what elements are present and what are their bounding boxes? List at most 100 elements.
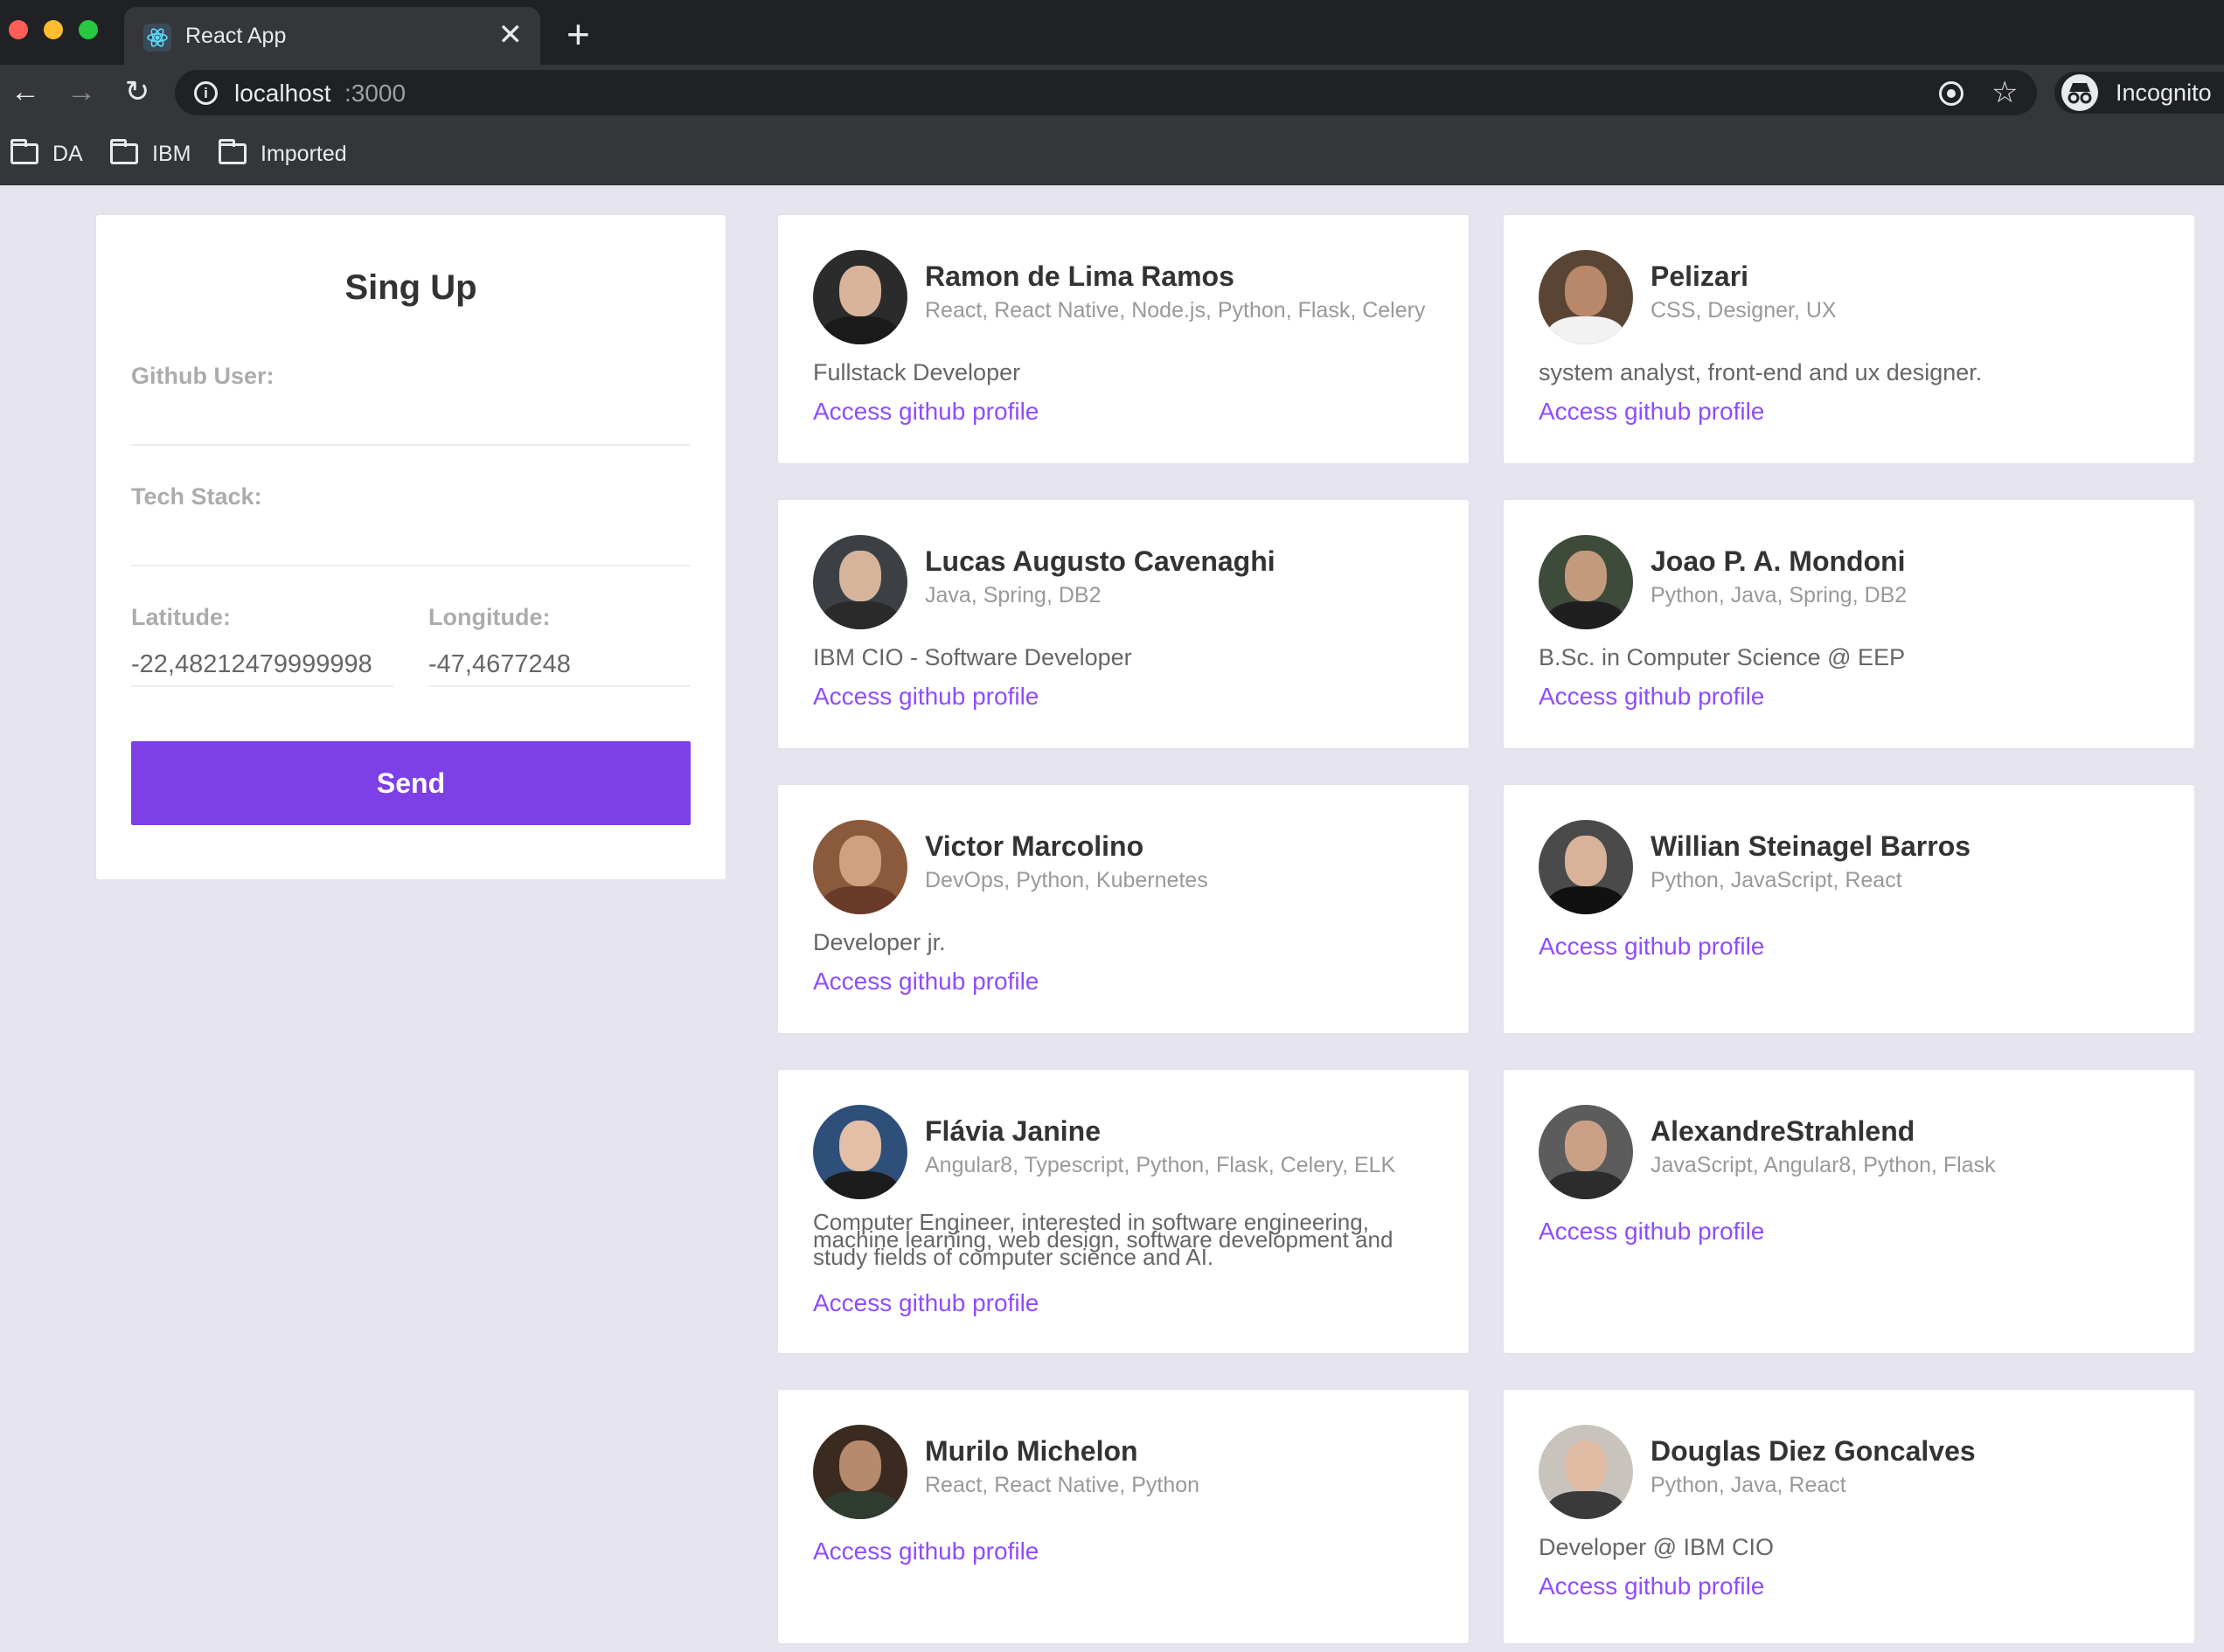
github-profile-link[interactable]: Access github profile [1539, 397, 1764, 427]
longitude-label: Longitude: [428, 604, 551, 630]
dev-card: Willian Steinagel Barros Python, JavaScr… [1504, 785, 2194, 1033]
dev-name: Victor Marcolino [925, 830, 1144, 862]
avatar [813, 1105, 907, 1199]
github-user-input[interactable] [131, 402, 691, 446]
dev-techs: Python, Java, Spring, DB2 [1651, 583, 1908, 607]
latitude-label: Latitude: [131, 604, 231, 630]
bookmark-label: IBM [152, 142, 191, 166]
url-host: localhost [234, 80, 331, 107]
dev-techs: JavaScript, Angular8, Python, Flask [1651, 1153, 1996, 1177]
dev-techs: CSS, Designer, UX [1651, 298, 1837, 323]
dev-card: Douglas Diez Goncalves Python, Java, Rea… [1504, 1390, 2194, 1643]
dev-name: Flávia Janine [925, 1115, 1101, 1147]
avatar [1539, 1425, 1633, 1519]
react-logo-icon [143, 24, 171, 52]
browser-toolbar: ← → ↻ i localhost :3000 ☆ Incognito [0, 65, 2224, 121]
dev-bio: Developer jr. [813, 929, 946, 955]
dev-card: Ramon de Lima Ramos React, React Native,… [778, 215, 1469, 463]
info-icon[interactable]: i [194, 81, 218, 105]
avatar [813, 820, 907, 914]
dev-name: Joao P. A. Mondoni [1651, 545, 1906, 577]
tech-stack-label: Tech Stack: [131, 483, 262, 510]
dev-techs: React, React Native, Node.js, Python, Fl… [925, 298, 1426, 323]
bookmark-label: DA [52, 142, 83, 166]
dev-card: Joao P. A. Mondoni Python, Java, Spring,… [1504, 500, 2194, 748]
star-icon[interactable]: ☆ [1991, 75, 2018, 110]
window-close-button[interactable] [9, 20, 28, 39]
new-tab-plus-icon[interactable]: + [566, 14, 590, 54]
bookmark-label: Imported [261, 142, 347, 166]
folder-icon [110, 139, 138, 164]
folder-icon [10, 139, 38, 164]
dev-techs: DevOps, Python, Kubernetes [925, 868, 1208, 892]
dev-bio: B.Sc. in Computer Science @ EEP [1539, 644, 1906, 670]
dev-name: AlexandreStrahlend [1651, 1115, 1915, 1147]
tab-title: React App [185, 24, 287, 48]
dev-name: Willian Steinagel Barros [1651, 830, 1971, 862]
avatar [1539, 1105, 1633, 1199]
dev-techs: React, React Native, Python [925, 1473, 1200, 1497]
github-profile-link[interactable]: Access github profile [813, 682, 1039, 711]
bookmarks-bar: DA IBM Imported [0, 121, 2224, 185]
dev-card: AlexandreStrahlend JavaScript, Angular8,… [1504, 1070, 2194, 1353]
dev-name: Ramon de Lima Ramos [925, 260, 1234, 292]
avatar [1539, 250, 1633, 344]
dev-card: Victor Marcolino DevOps, Python, Kuberne… [778, 785, 1469, 1033]
dev-card: Murilo Michelon React, React Native, Pyt… [778, 1390, 1469, 1643]
back-arrow-icon[interactable]: ← [5, 72, 45, 112]
github-user-label: Github User: [131, 363, 275, 389]
bookmark-folder-imported[interactable]: Imported [219, 139, 358, 166]
bookmark-folder-da[interactable]: DA [10, 139, 89, 166]
dev-techs: Java, Spring, DB2 [925, 583, 1102, 607]
send-button[interactable]: Send [131, 741, 691, 825]
window-maximize-button[interactable] [79, 20, 98, 39]
avatar [1539, 820, 1633, 914]
location-icon[interactable] [1939, 81, 1963, 106]
incognito-icon [2061, 74, 2098, 111]
tech-stack-input[interactable] [131, 523, 691, 566]
incognito-profile-button[interactable]: Incognito [2054, 72, 2224, 114]
dev-techs: Python, JavaScript, React [1651, 868, 1902, 892]
github-profile-link[interactable]: Access github profile [813, 967, 1039, 996]
github-profile-link[interactable]: Access github profile [813, 1288, 1039, 1318]
dev-card: Pelizari CSS, Designer, UX system analys… [1504, 215, 2194, 463]
github-profile-link[interactable]: Access github profile [1539, 932, 1764, 961]
avatar [813, 1425, 907, 1519]
github-profile-link[interactable]: Access github profile [813, 397, 1039, 427]
dev-card: Flávia Janine Angular8, Typescript, Pyth… [778, 1070, 1469, 1353]
window-minimize-button[interactable] [44, 20, 63, 39]
dev-bio: system analyst, front-end and ux designe… [1539, 359, 1983, 385]
dev-techs: Angular8, Typescript, Python, Flask, Cel… [925, 1153, 1396, 1177]
dev-bio: Computer Engineer, interested in softwar… [813, 1209, 1393, 1270]
close-icon[interactable]: ✕ [498, 19, 524, 51]
url-port: :3000 [344, 80, 407, 107]
address-bar[interactable]: i localhost :3000 ☆ [175, 70, 2037, 115]
dev-name: Murilo Michelon [925, 1435, 1138, 1467]
browser-tab-bar: React App ✕ + [0, 0, 2224, 65]
avatar [813, 535, 907, 629]
github-profile-link[interactable]: Access github profile [1539, 1217, 1764, 1246]
incognito-label: Incognito [2116, 80, 2212, 106]
avatar [1539, 535, 1633, 629]
dev-techs: Python, Java, React [1651, 1473, 1846, 1497]
folder-icon [219, 139, 247, 164]
github-profile-link[interactable]: Access github profile [813, 1537, 1039, 1566]
dev-bio: Fullstack Developer [813, 359, 1021, 385]
github-profile-link[interactable]: Access github profile [1539, 1572, 1764, 1601]
dev-name: Douglas Diez Goncalves [1651, 1435, 1976, 1467]
forward-arrow-icon[interactable]: → [61, 72, 101, 112]
dev-card: Lucas Augusto Cavenaghi Java, Spring, DB… [778, 500, 1469, 748]
browser-tab[interactable]: React App ✕ [124, 7, 540, 65]
longitude-input[interactable] [428, 643, 691, 687]
avatar [813, 250, 907, 344]
reload-icon[interactable]: ↻ [117, 72, 157, 112]
github-profile-link[interactable]: Access github profile [1539, 682, 1764, 711]
dev-name: Pelizari [1651, 260, 1749, 292]
dev-name: Lucas Augusto Cavenaghi [925, 545, 1275, 577]
latitude-input[interactable] [131, 643, 393, 687]
dev-bio: Developer @ IBM CIO [1539, 1534, 1774, 1560]
bookmark-folder-ibm[interactable]: IBM [110, 139, 198, 166]
dev-bio: IBM CIO - Software Developer [813, 644, 1132, 670]
signup-form-panel: Sing Up Github User: Tech Stack: Latitud… [96, 215, 726, 879]
form-title: Sing Up [344, 268, 477, 307]
